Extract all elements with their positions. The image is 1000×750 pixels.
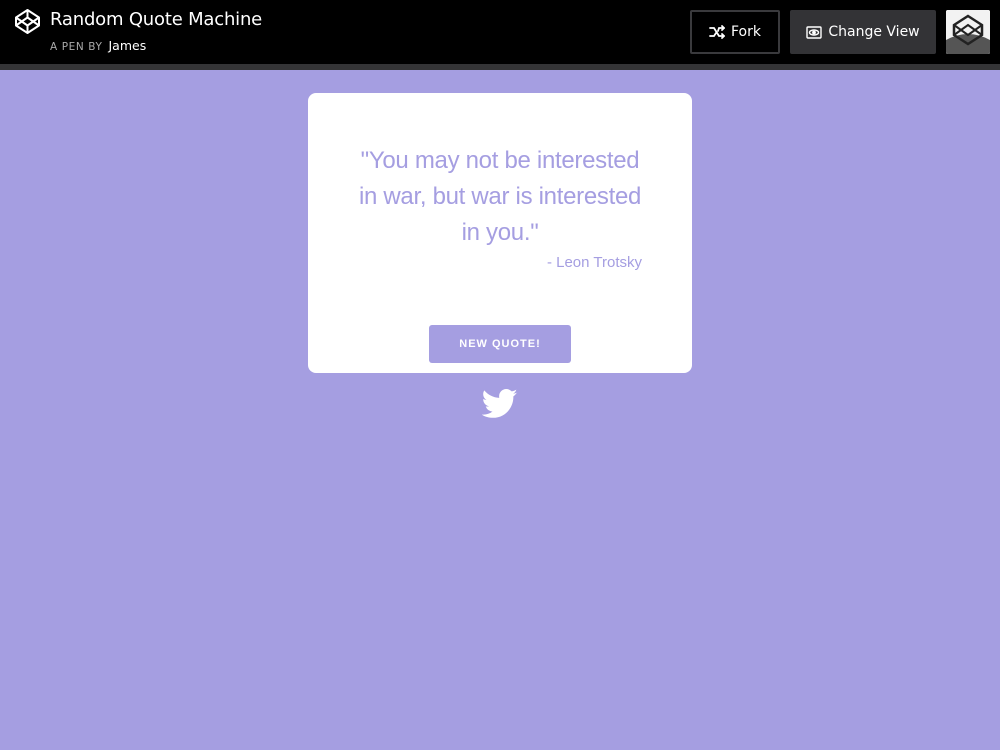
twitter-icon[interactable]	[481, 388, 518, 420]
fork-label: Fork	[731, 24, 761, 40]
codepen-logo-icon[interactable]	[14, 8, 41, 35]
pen-byline: A PEN BY James	[50, 38, 146, 53]
fork-button[interactable]: Fork	[690, 10, 780, 54]
author-link[interactable]: James	[108, 38, 146, 53]
pen-title: Random Quote Machine	[50, 9, 263, 30]
change-view-label: Change View	[828, 24, 920, 40]
quote-text: "You may not be interested in war, but w…	[358, 147, 642, 246]
codepen-header: Random Quote Machine A PEN BY James Fork…	[0, 0, 1000, 70]
quote-card: "You may not be interested in war, but w…	[308, 93, 692, 373]
change-view-button[interactable]: Change View	[790, 10, 936, 54]
new-quote-button[interactable]: NEW QUOTE!	[429, 325, 571, 363]
user-avatar[interactable]	[946, 10, 990, 54]
fork-icon	[709, 25, 725, 39]
eye-icon	[806, 25, 823, 39]
byline-prefix: A PEN BY	[50, 41, 103, 53]
quote-author: - Leon Trotsky	[546, 254, 642, 271]
